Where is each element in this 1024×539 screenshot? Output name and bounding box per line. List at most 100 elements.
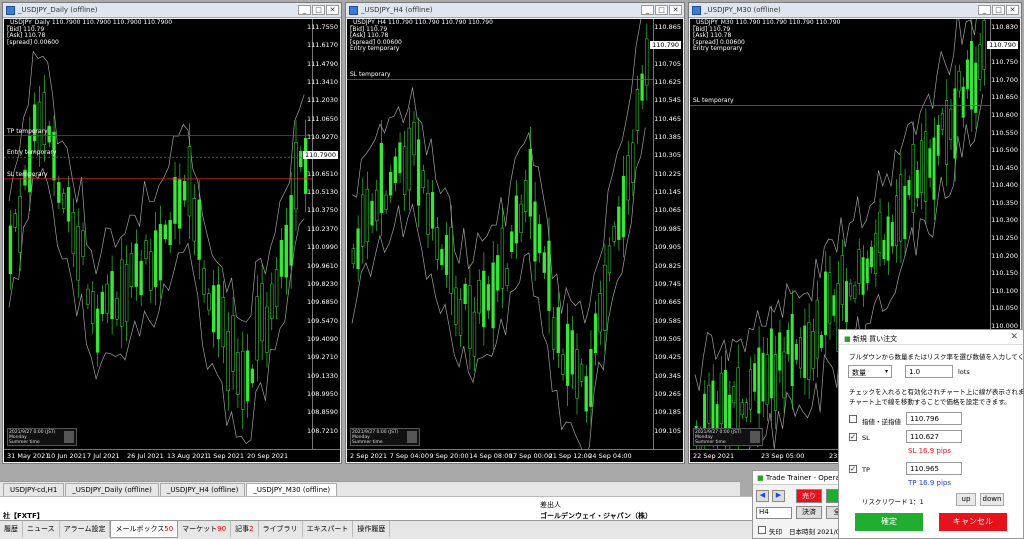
terminal-tab[interactable]: 操作履歴: [353, 521, 391, 537]
prev-button[interactable]: ◀: [756, 490, 769, 502]
candle-body: [744, 402, 748, 418]
candle-body: [524, 180, 528, 212]
candle-body: [894, 195, 898, 247]
chart-window-h4[interactable]: _USDJPY_H4 (offline) _ □ ✕ SL temporary _US…: [345, 2, 685, 464]
sell-button[interactable]: 売り: [796, 489, 822, 503]
terminal-tab[interactable]: 記事2: [231, 521, 259, 537]
price-chart-h4[interactable]: SL temporary _USDJPY_H4 110.790 110.790 1…: [347, 19, 683, 462]
minimize-button[interactable]: _: [978, 5, 991, 15]
sl-price-input[interactable]: 110.627: [906, 430, 962, 443]
close-button[interactable]: ✕: [326, 5, 339, 15]
minimize-button[interactable]: _: [298, 5, 311, 15]
chart-tab[interactable]: USDJPY-cd,H1: [3, 483, 65, 496]
chart-tab[interactable]: _USDJPY_Daily (offline): [65, 483, 159, 496]
window-titlebar[interactable]: _USDJPY_Daily (offline) _ □ ✕: [3, 3, 341, 18]
price-tick: 110.350: [991, 198, 1018, 207]
candle-body: [124, 264, 129, 323]
terminal-tab[interactable]: 履歴: [0, 521, 23, 537]
price-tick: 109.9610: [306, 261, 338, 270]
price-tick: 110.300: [991, 216, 1018, 225]
settle-button[interactable]: 決済: [796, 506, 822, 519]
candle-body: [626, 155, 630, 201]
candle-body: [907, 180, 911, 196]
minimize-button[interactable]: _: [641, 5, 654, 15]
terminal-tab[interactable]: メールボックス50: [110, 521, 179, 538]
candle-body: [402, 146, 407, 196]
price-tick: 110.400: [991, 181, 1018, 190]
candle-body: [617, 206, 621, 240]
price-tick: 108.8590: [306, 408, 338, 417]
price-scale[interactable]: 110.865 110.790 110.705 110.625 110.545 110.4…: [650, 19, 683, 449]
window-title: _USDJPY_H4 (offline): [361, 6, 433, 14]
column-header-sender[interactable]: 差出人: [540, 500, 561, 510]
arrow-checkbox[interactable]: [758, 526, 766, 534]
candle-body: [472, 311, 477, 357]
candle-body: [982, 20, 986, 70]
candle-body: [551, 317, 556, 350]
chart-tab[interactable]: _USDJPY_H4 (offline): [159, 483, 246, 496]
candle-body: [421, 170, 425, 188]
price-tick: 108.7210: [306, 426, 338, 435]
candle-body: [241, 350, 245, 410]
limit-price-input[interactable]: 110.796: [906, 412, 962, 425]
price-tick: 109.2710: [306, 353, 338, 362]
quantity-type-select[interactable]: 数量 ▾: [848, 365, 892, 378]
price-tick: 110.225: [654, 169, 681, 178]
arrow-label: 矢印: [769, 528, 782, 536]
trade-trainer-panel: ■ Trade Trainer - Operati ◀ ▶ 売り H4 決済 全…: [752, 470, 848, 539]
close-button[interactable]: ✕: [1006, 5, 1019, 15]
candle-body: [8, 225, 13, 275]
terminal-tab[interactable]: エキスパート: [303, 521, 354, 537]
close-icon[interactable]: ✕: [1010, 332, 1018, 342]
sl-checkbox[interactable]: ✓: [849, 433, 857, 441]
price-tick: 110.830: [991, 23, 1018, 31]
candle-body: [570, 330, 574, 375]
candle-body: [753, 363, 757, 392]
candle-body: [393, 156, 397, 183]
next-button[interactable]: ▶: [772, 490, 785, 502]
candle-body: [978, 44, 982, 80]
time-tick: 26 Jul 2021: [127, 452, 164, 460]
maximize-button[interactable]: □: [655, 5, 668, 15]
price-tick: 111.0650: [306, 114, 338, 123]
time-scale[interactable]: 2 Sep 2021 7 Sep 04:00 9 Sep 20:00 14 Sep 0…: [347, 449, 683, 462]
terminal-tab[interactable]: アラーム設定: [60, 521, 111, 537]
price-scale[interactable]: 111.7550 111.6170 111.4790 111.3410 111.2030…: [302, 19, 340, 449]
timeframe-select[interactable]: H4: [756, 507, 792, 519]
down-button[interactable]: down: [980, 493, 1004, 506]
candle-body: [173, 177, 177, 224]
confirm-button[interactable]: 確定: [855, 513, 923, 531]
level-label: SL temporary: [350, 71, 391, 79]
window-titlebar[interactable]: _USDJPY_H4 (offline) _ □ ✕: [346, 3, 684, 18]
close-button[interactable]: ✕: [669, 5, 682, 15]
candle-body: [37, 101, 42, 151]
limit-checkbox[interactable]: [849, 415, 857, 423]
candle-body: [740, 402, 744, 416]
price-chart-daily[interactable]: TP temporary Entry temporary SL temporary _…: [4, 19, 340, 462]
level-label: TP temporary: [7, 127, 48, 135]
candle-body: [869, 246, 873, 268]
time-scale[interactable]: 31 May 2021 10 Jun 2021 7 Jul 2021 26 Jul 2…: [4, 449, 340, 462]
up-button[interactable]: up: [956, 493, 976, 506]
window-titlebar[interactable]: _USDJPY_M30 (offline) _ □ ✕: [689, 3, 1021, 18]
maximize-button[interactable]: □: [312, 5, 325, 15]
candle-body: [865, 258, 869, 283]
sl-pips: SL 16.9 pips: [908, 447, 951, 455]
candle-body: [149, 251, 153, 291]
terminal-tab[interactable]: ライブラリ: [259, 521, 303, 537]
quantity-input[interactable]: 1.0: [905, 365, 953, 378]
candle-body: [519, 203, 523, 233]
candle-body: [105, 283, 109, 314]
candle-body: [782, 351, 786, 399]
terminal-tab[interactable]: ニュース: [23, 521, 60, 537]
tp-checkbox[interactable]: ✓: [849, 465, 857, 473]
maximize-button[interactable]: □: [992, 5, 1005, 15]
candle-body: [794, 344, 798, 360]
time-tick: 24 Sep 04:00: [588, 452, 632, 460]
cancel-button[interactable]: キャンセル: [939, 513, 1007, 531]
terminal-tab[interactable]: マーケット90: [178, 521, 232, 537]
chart-window-daily[interactable]: _USDJPY_Daily (offline) _ □ ✕ TP temporary…: [2, 2, 342, 464]
tp-price-input[interactable]: 110.965: [906, 462, 962, 475]
level-label: Entry temporary: [7, 149, 57, 157]
chart-tab-active[interactable]: _USDJPY_M30 (offline): [246, 483, 338, 496]
